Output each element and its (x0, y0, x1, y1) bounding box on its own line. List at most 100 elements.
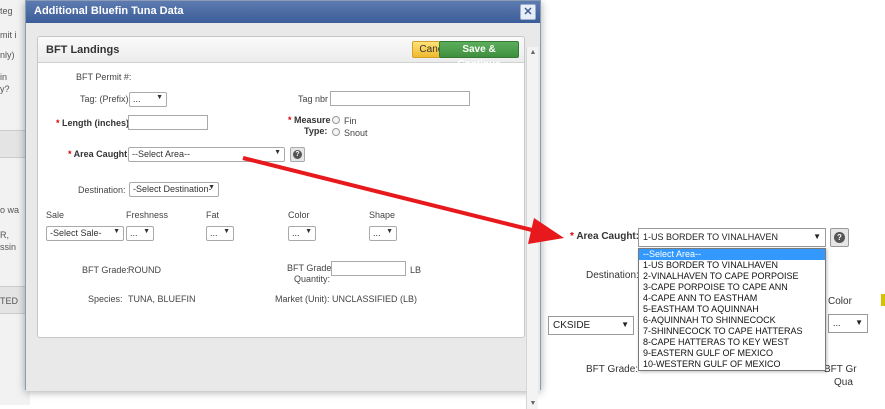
permit-label: BFT Permit #: (76, 72, 132, 82)
measure-type-label-2: Type: (304, 126, 328, 136)
dropdown-option[interactable]: 8-CAPE HATTERAS TO KEY WEST (639, 337, 825, 348)
modal-titlebar[interactable]: Additional Bluefin Tuna Data ✕ (26, 1, 540, 23)
chevron-down-icon: ▼ (386, 228, 393, 235)
chevron-down-icon: ▼ (813, 232, 821, 241)
zoom-color-value: ... (833, 318, 841, 328)
scroll-up-icon[interactable]: ▲ (529, 49, 537, 56)
tag-prefix-label: Tag: (Prefix) (80, 94, 129, 104)
freshness-label: Freshness (126, 210, 169, 220)
chevron-down-icon: ▼ (621, 320, 629, 329)
dropdown-option[interactable]: 3-CAPE PORPOISE TO CAPE ANN (639, 282, 825, 293)
dropdown-option[interactable]: 4-CAPE ANN TO EASTHAM (639, 293, 825, 304)
area-caught-label: * Area Caught: (68, 149, 131, 159)
color-select[interactable]: ... ▼ (288, 226, 316, 241)
chevron-down-icon: ▼ (113, 228, 120, 235)
background-text: nly) (0, 50, 15, 60)
area-caught-value: --Select Area-- (132, 149, 191, 159)
background-text: mit i (0, 30, 17, 40)
bluefin-modal: Additional Bluefin Tuna Data ✕ ▲ ▼ BFT L… (25, 0, 541, 409)
zoom-color-label: Color (828, 296, 852, 307)
tag-nbr-label: Tag nbr (298, 94, 329, 104)
species-label: Species: (88, 294, 123, 304)
grade-qty-unit: LB (410, 265, 422, 275)
background-text: o wa (0, 205, 20, 215)
dropdown-option[interactable]: 9-EASTERN GULF OF MEXICO (639, 348, 825, 359)
market-label: Market (Unit): (275, 294, 330, 304)
dropdown-option[interactable]: 7-SHINNECOCK TO CAPE HATTERAS (639, 326, 825, 337)
dropdown-option[interactable]: 5-EASTHAM TO AQUINNAH (639, 304, 825, 315)
area-dropdown-list: --Select Area-- 1-US BORDER TO VINALHAVEN… (638, 248, 826, 371)
panel-header: BFT Landings Cancel Save & Continue (38, 37, 524, 70)
background-text: in (0, 72, 8, 82)
zoom-destination-label: Destination: (586, 270, 639, 281)
fat-label: Fat (206, 210, 220, 220)
grade-label: BFT Grade: (82, 265, 129, 275)
zoom-grade-right: BFT Gr (824, 364, 857, 375)
sale-value: -Select Sale- (50, 228, 102, 238)
zoom-partial-value: CKSIDE (553, 320, 591, 331)
grade-qty-label: BFT Grade (287, 263, 332, 273)
destination-value: -Select Destination- (133, 184, 212, 194)
area-caught-select[interactable]: --Select Area-- ▼ (128, 147, 285, 162)
grade-value: ROUND (128, 265, 161, 275)
dropdown-option[interactable]: 2-VINALHAVEN TO CAPE PORPOISE (639, 271, 825, 282)
panel-title: BFT Landings (46, 44, 120, 56)
dropdown-option[interactable]: 6-AQUINNAH TO SHINNECOCK (639, 315, 825, 326)
chevron-down-icon: ▼ (156, 94, 163, 101)
dropdown-option[interactable]: 10-WESTERN GULF OF MEXICO (639, 359, 825, 370)
chevron-down-icon: ▼ (223, 228, 230, 235)
fat-value: ... (210, 228, 218, 238)
market-value: UNCLASSIFIED (LB) (332, 294, 418, 304)
tag-prefix-value: ... (133, 94, 141, 104)
shape-select[interactable]: ... ▼ (369, 226, 397, 241)
area-help-button[interactable]: ? (290, 147, 305, 162)
chevron-down-icon: ▼ (305, 228, 312, 235)
dropdown-option[interactable]: --Select Area-- (639, 249, 825, 260)
chevron-down-icon: ▼ (208, 184, 215, 191)
shape-label: Shape (369, 210, 396, 220)
freshness-select[interactable]: ... ▼ (126, 226, 154, 241)
dropdown-option[interactable]: 1-US BORDER TO VINALHAVEN (639, 260, 825, 271)
bft-landings-panel: BFT Landings Cancel Save & Continue BFT … (37, 36, 525, 338)
freshness-value: ... (130, 228, 138, 238)
measure-snout-label: Snout (344, 128, 368, 138)
measure-type-label: * Measure (288, 115, 331, 125)
grade-qty-input[interactable] (331, 261, 406, 276)
modal-body: ▲ ▼ BFT Landings Cancel Save & Continue … (26, 23, 540, 409)
fat-select[interactable]: ... ▼ (206, 226, 234, 241)
chevron-down-icon: ▼ (274, 149, 281, 156)
modal-title: Additional Bluefin Tuna Data (34, 5, 184, 17)
question-icon: ? (293, 150, 302, 159)
zoom-color-select[interactable]: ... ▼ (828, 314, 868, 333)
tag-nbr-input[interactable] (330, 91, 470, 106)
sale-select[interactable]: -Select Sale- ▼ (46, 226, 124, 241)
color-value: ... (292, 228, 300, 238)
color-label: Color (288, 210, 310, 220)
background-text: ssin (0, 242, 17, 252)
grade-qty-label-2: Quantity: (294, 274, 331, 284)
destination-label: Destination: (78, 185, 126, 195)
chevron-down-icon: ▼ (855, 318, 863, 327)
zoom-help-button[interactable]: ? (830, 228, 849, 247)
zoom-area-select[interactable]: 1-US BORDER TO VINALHAVEN ▼ (638, 228, 826, 247)
save-continue-button[interactable]: Save & Continue (439, 41, 519, 70)
chevron-down-icon: ▼ (143, 228, 150, 235)
sale-label: Sale (46, 210, 65, 220)
species-value: TUNA, BLUEFIN (128, 294, 196, 304)
length-label: * Length (inches): (56, 118, 133, 128)
length-input[interactable] (128, 115, 208, 130)
zoom-grade-right-2: Qua (834, 377, 853, 388)
shape-value: ... (373, 228, 381, 238)
zoom-partial-select[interactable]: CKSIDE ▼ (548, 316, 634, 335)
measure-snout-radio[interactable] (332, 128, 340, 136)
tag-prefix-select[interactable]: ... ▼ (129, 92, 167, 107)
background-text: R, (0, 230, 9, 240)
background-text: y? (0, 84, 10, 94)
background-text: teg (0, 6, 13, 16)
close-icon[interactable]: ✕ (520, 4, 536, 20)
scrollbar[interactable]: ▲ ▼ (526, 47, 538, 409)
measure-fin-radio[interactable] (332, 116, 340, 124)
question-icon: ? (834, 232, 845, 243)
destination-select[interactable]: -Select Destination- ▼ (129, 182, 219, 197)
scroll-down-icon[interactable]: ▼ (529, 400, 537, 407)
